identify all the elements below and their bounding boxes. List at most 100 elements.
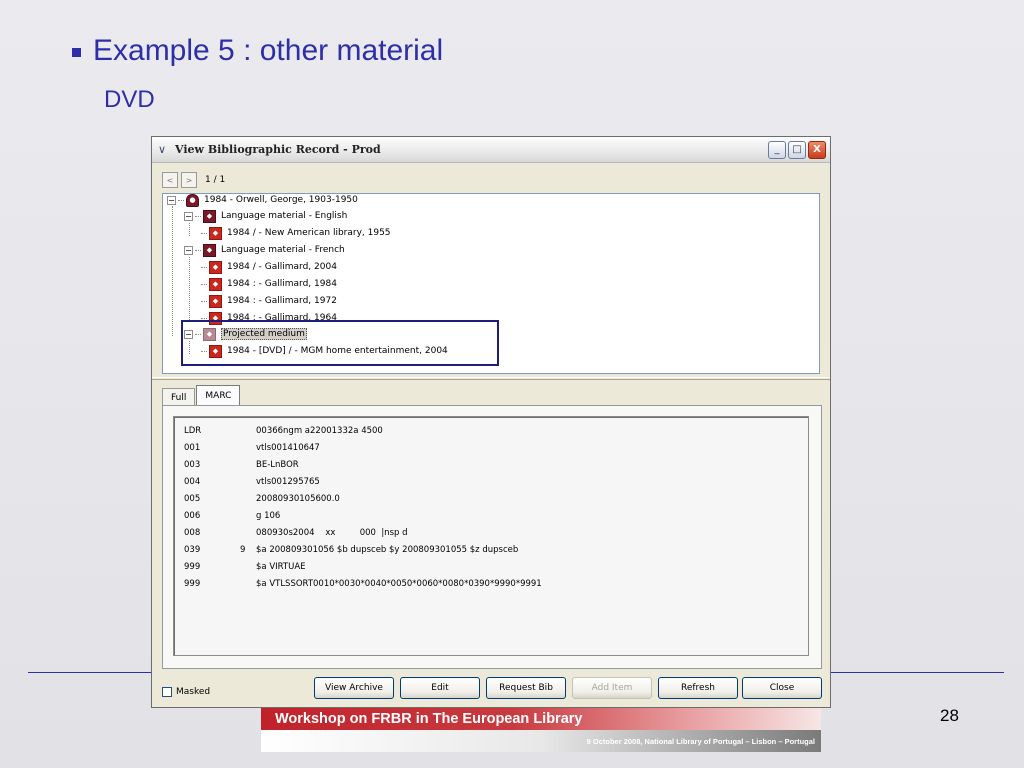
marc-field-row: 005 20080930105600.0 [184,491,340,507]
record-tabs: Full MARC [162,385,241,406]
marc-value: BE-LnBOR [256,460,299,470]
tree-node-manifestation[interactable]: ◆ 1984 / - Gallimard, 2004 [201,259,337,275]
manifestation-label: 1984 / - Gallimard, 2004 [227,262,337,272]
marc-field-row: 004 vtls001295765 [184,474,320,490]
marc-value: $a VTLSSORT0010*0030*0040*0050*0060*0080… [256,579,542,589]
marc-value: $a VIRTUAE [256,562,306,572]
marc-record-view[interactable]: LDR 00366ngm a22001332a 4500 001 vtls001… [173,416,809,656]
marc-tag: 006 [184,511,201,521]
tab-marc[interactable]: MARC [196,385,241,406]
marc-field-row: 001 vtls001410647 [184,440,320,456]
marc-tag: 003 [184,460,201,470]
frbr-tree: − ● 1984 - Orwell, George, 1903-1950 − ◆… [162,193,820,374]
tree-node-expression[interactable]: − ◆ Language material - English [184,208,347,224]
edit-button[interactable]: Edit [400,677,480,699]
tree-node-manifestation[interactable]: ◆ 1984 : - Gallimard, 1984 [201,276,337,292]
marc-value: $a 200809301056 $b dupsceb $y 2008093010… [256,545,519,555]
marc-tag: 004 [184,477,201,487]
tree-node-work[interactable]: − ● 1984 - Orwell, George, 1903-1950 [167,194,358,208]
add-item-button[interactable]: Add Item [572,677,652,699]
window-action-bar: Masked View Archive Edit Request Bib Add… [152,673,830,707]
expression-icon: ◆ [203,209,216,223]
refresh-button[interactable]: Refresh [658,677,738,699]
tree-dots [195,215,201,217]
decorative-line-right [830,672,1004,673]
window-titlebar[interactable]: ∨ View Bibliographic Record - Prod _ □ X [152,137,830,163]
marc-tag: 999 [184,562,201,572]
previous-record-button[interactable]: < [162,172,178,188]
maximize-button[interactable]: □ [788,141,806,159]
slide-title-text: Example 5 : other material [93,34,444,67]
manifestation-label: 1984 / - New American library, 1955 [227,228,391,238]
marc-tab-panel: LDR 00366ngm a22001332a 4500 001 vtls001… [162,405,822,669]
masked-checkbox[interactable] [162,687,172,697]
app-logo-icon: ∨ [158,142,167,156]
decorative-line-left [28,672,153,673]
close-window-button[interactable]: X [808,141,826,159]
marc-tag: 039 [184,545,201,555]
marc-value: g 106 [256,511,281,521]
marc-tag: 008 [184,528,201,538]
marc-value: 20080930105600.0 [256,494,340,504]
marc-tag: 999 [184,579,201,589]
tree-dots [201,283,207,285]
marc-tag: 005 [184,494,201,504]
tree-dots [178,199,184,201]
bullet-icon [72,47,81,57]
slide-title: Example 5 : other material [72,34,443,68]
marc-field-row: 999 $a VTLSSORT0010*0030*0040*0050*0060*… [184,576,542,592]
expression-label: Language material - English [221,211,348,221]
pane-splitter[interactable] [152,377,830,380]
masked-checkbox-group[interactable]: Masked [162,687,210,697]
footer-title: Workshop on FRBR in The European Library [275,711,583,727]
close-button[interactable]: Close [742,677,822,699]
record-navigation: < > 1 / 1 [162,172,225,188]
page-number: 28 [940,706,959,725]
expression-label: Language material - French [221,245,345,255]
next-record-button[interactable]: > [181,172,197,188]
tree-dots [201,300,207,302]
work-icon: ● [186,194,199,207]
marc-tag: 001 [184,443,201,453]
window-title: View Bibliographic Record - Prod [175,143,381,156]
tree-node-expression[interactable]: − ◆ Language material - French [184,242,345,258]
tree-dots [195,249,201,251]
footer-subtitle: 9 October 2008, National Library of Port… [586,736,815,746]
marc-field-row: 008 080930s2004 xx 000 |nsp d [184,525,408,541]
manifestation-label: 1984 : - Gallimard, 1972 [227,296,337,306]
tree-dots [201,317,207,319]
marc-value: 00366ngm a22001332a 4500 [256,426,383,436]
tab-full[interactable]: Full [162,388,196,406]
marc-field-row: 006 g 106 [184,508,280,524]
request-bib-button[interactable]: Request Bib [486,677,566,699]
collapse-icon[interactable]: − [184,211,193,221]
marc-value: 080930s2004 xx 000 |nsp d [256,528,408,538]
bibliographic-record-window: ∨ View Bibliographic Record - Prod _ □ X… [151,136,831,708]
marc-field-row: 999 $a VIRTUAE [184,559,306,575]
footer-subtitle-bar: 9 October 2008, National Library of Port… [261,730,821,752]
minimize-button[interactable]: _ [768,141,786,159]
marc-value: vtls001295765 [256,477,320,487]
view-archive-button[interactable]: View Archive [314,677,394,699]
tree-connector [189,257,190,320]
footer-banner: Workshop on FRBR in The European Library [261,708,821,730]
highlight-annotation [181,320,499,366]
marc-field-row: LDR 00366ngm a22001332a 4500 [184,423,383,439]
marc-indicator: 9 [240,545,246,555]
tree-dots [201,266,207,268]
collapse-icon[interactable]: − [167,195,176,205]
expression-icon: ◆ [203,243,216,257]
collapse-icon[interactable]: − [184,245,193,255]
record-counter: 1 / 1 [205,175,226,185]
work-label: 1984 - Orwell, George, 1903-1950 [204,195,358,205]
tree-node-manifestation[interactable]: ◆ 1984 / - New American library, 1955 [201,225,391,241]
marc-value: vtls001410647 [256,443,320,453]
manifestation-label: 1984 : - Gallimard, 1984 [227,279,337,289]
tree-connector [189,223,190,236]
marc-field-row: 003 BE-LnBOR [184,457,299,473]
slide-subtitle: DVD [104,86,155,113]
tree-node-manifestation[interactable]: ◆ 1984 : - Gallimard, 1972 [201,293,337,309]
manifestation-icon: ◆ [209,294,222,308]
masked-label: Masked [176,687,211,697]
marc-tag: LDR [184,426,202,436]
